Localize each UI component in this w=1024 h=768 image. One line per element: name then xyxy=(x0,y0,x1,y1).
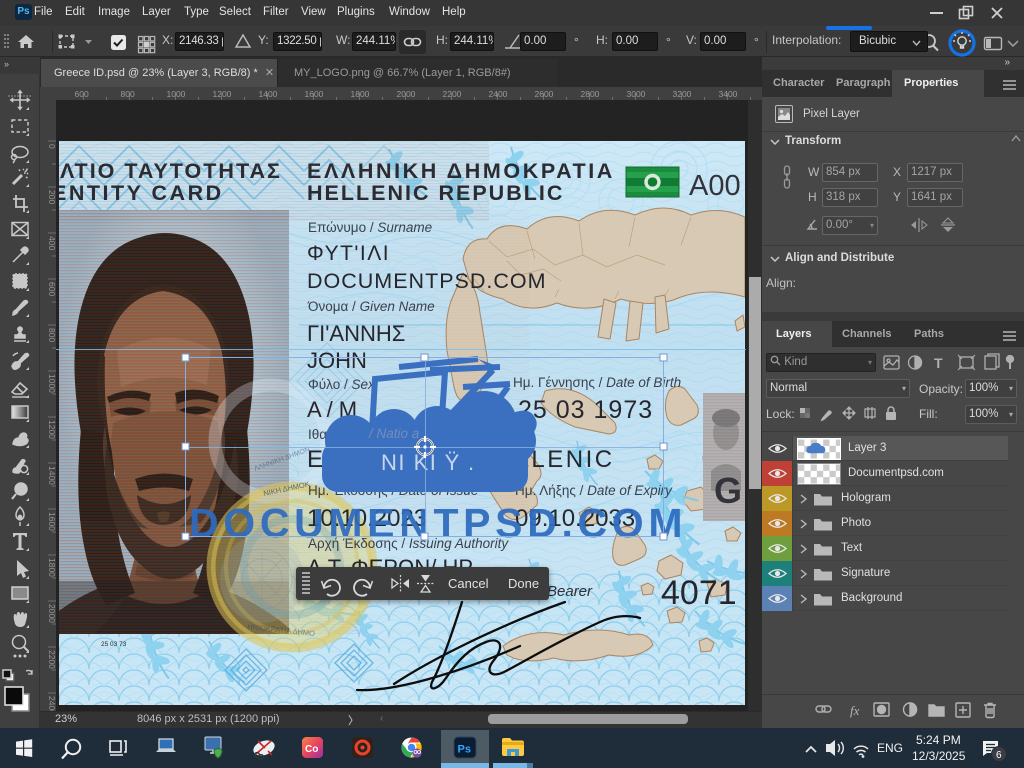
svg-text:6: 6 xyxy=(996,750,1002,761)
svg-text:Ps: Ps xyxy=(458,744,471,756)
svg-text:T: T xyxy=(934,355,943,371)
svg-text:25 03 73: 25 03 73 xyxy=(101,641,127,648)
svg-text:A00: A00 xyxy=(689,170,741,202)
svg-text:3000: 3000 xyxy=(627,89,646,99)
svg-text:2200: 2200 xyxy=(47,650,56,669)
svg-text:Done: Done xyxy=(508,576,539,591)
svg-text:2400: 2400 xyxy=(489,89,508,99)
svg-text:ΓΙ'ΑΝΝΗΣ: ΓΙ'ΑΝΝΗΣ xyxy=(307,321,405,346)
svg-text:G: G xyxy=(714,470,742,511)
svg-text:600: 600 xyxy=(75,89,89,99)
svg-text:ENTITY CARD: ENTITY CARD xyxy=(59,181,224,205)
svg-text:ΛΤΙΟ ΤΑΥΤΟΤΗΤΑΣ: ΛΤΙΟ ΤΑΥΤΟΤΗΤΑΣ xyxy=(60,159,282,183)
svg-text:1600: 1600 xyxy=(47,512,56,531)
svg-text:ENG: ENG xyxy=(877,741,903,755)
svg-text:3400: 3400 xyxy=(719,89,738,99)
svg-text:Επώνυμο / Surname: Επώνυμο / Surname xyxy=(308,220,432,235)
svg-text:2200: 2200 xyxy=(443,89,462,99)
svg-text:0: 0 xyxy=(47,144,56,149)
svg-text:Bearer: Bearer xyxy=(547,583,593,600)
svg-text:Όνομα / Given Name: Όνομα / Given Name xyxy=(307,299,435,314)
svg-text:12/3/2025: 12/3/2025 xyxy=(912,749,966,763)
svg-text:3200: 3200 xyxy=(673,89,692,99)
svg-text:ΕΛΛΗΝΙΚΗ ΔΗΜΟΚΡΑΤΙΑ: ΕΛΛΗΝΙΚΗ ΔΗΜΟΚΡΑΤΙΑ xyxy=(307,159,615,183)
svg-text:°: ° xyxy=(574,35,579,49)
svg-text:2400: 2400 xyxy=(47,696,56,711)
svg-text:1800: 1800 xyxy=(351,89,370,99)
svg-text:Cancel: Cancel xyxy=(448,576,489,591)
svg-text:1200: 1200 xyxy=(47,420,56,439)
svg-text:400: 400 xyxy=(47,236,56,250)
svg-text:°: ° xyxy=(754,35,759,49)
svg-text:1000: 1000 xyxy=(47,374,56,393)
svg-text:fx: fx xyxy=(850,703,860,718)
svg-text:ΦΥΤ'ΙΛΙ: ΦΥΤ'ΙΛΙ xyxy=(307,242,390,265)
svg-text:1400: 1400 xyxy=(47,466,56,485)
svg-text:Co: Co xyxy=(305,744,318,755)
svg-text:5:24 PM: 5:24 PM xyxy=(916,733,961,747)
svg-text:HELLENIC REPUBLIC: HELLENIC REPUBLIC xyxy=(307,181,564,205)
svg-text:1800: 1800 xyxy=(47,558,56,577)
svg-text:1600: 1600 xyxy=(305,89,324,99)
svg-text:1400: 1400 xyxy=(259,89,278,99)
svg-text:800: 800 xyxy=(121,89,135,99)
svg-text:1200: 1200 xyxy=(213,89,232,99)
svg-text:600: 600 xyxy=(47,282,56,296)
svg-text:DOCUMENTPSD.COM: DOCUMENTPSD.COM xyxy=(307,269,547,293)
svg-text:2000: 2000 xyxy=(397,89,416,99)
svg-text:800: 800 xyxy=(47,328,56,342)
svg-text:2600: 2600 xyxy=(535,89,554,99)
svg-text:200: 200 xyxy=(47,190,56,204)
svg-text:°: ° xyxy=(666,35,671,49)
svg-text:2000: 2000 xyxy=(47,604,56,623)
svg-text:1000: 1000 xyxy=(167,89,186,99)
svg-text:4071: 4071 xyxy=(661,574,737,612)
svg-text:2800: 2800 xyxy=(581,89,600,99)
